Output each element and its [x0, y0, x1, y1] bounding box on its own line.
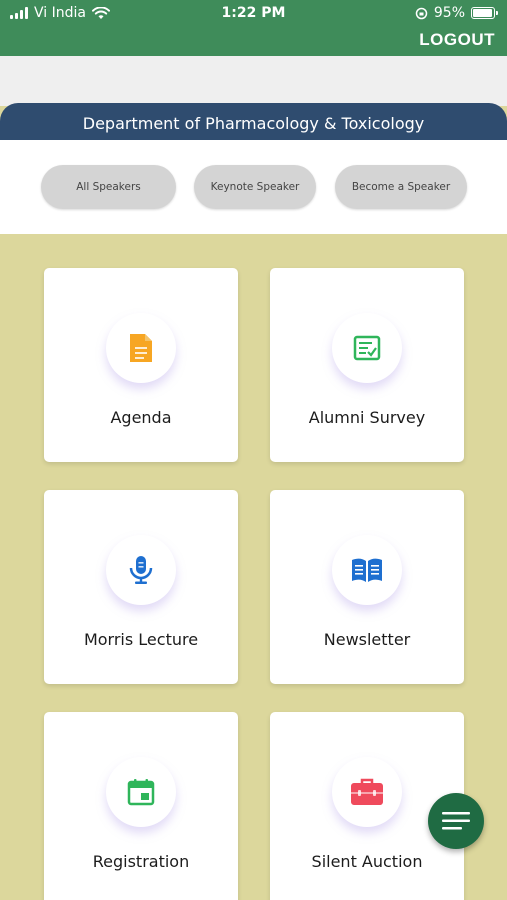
all-speakers-button[interactable]: All Speakers — [41, 165, 176, 209]
alumni-survey-icon-circle — [332, 313, 402, 383]
app-header: Vi India 1:22 PM 95% LOGOUT — [0, 0, 507, 56]
newsletter-icon-circle — [332, 535, 402, 605]
status-right: 95% — [415, 5, 498, 21]
silent-auction-icon-circle — [332, 757, 402, 827]
speaker-tabs: All Speakers Keynote Speaker Become a Sp… — [0, 140, 507, 234]
tile-label: Registration — [92, 852, 190, 871]
book-icon — [352, 558, 382, 582]
tile-alumni-survey[interactable]: Alumni Survey — [270, 268, 464, 462]
registration-icon-circle — [106, 757, 176, 827]
keynote-speaker-button[interactable]: Keynote Speaker — [194, 165, 316, 209]
morris-lecture-icon-circle — [106, 535, 176, 605]
tile-label: Agenda — [110, 408, 172, 427]
tile-label: Newsletter — [323, 630, 411, 649]
briefcase-icon — [351, 778, 383, 805]
menu-fab-button[interactable] — [428, 793, 484, 849]
header-spacer — [0, 56, 507, 106]
tile-agenda[interactable]: Agenda — [44, 268, 238, 462]
menu-icon — [442, 812, 470, 830]
become-a-speaker-button[interactable]: Become a Speaker — [335, 165, 467, 209]
battery-icon — [471, 7, 498, 19]
tile-registration[interactable]: Registration — [44, 712, 238, 900]
tile-morris-lecture[interactable]: Morris Lecture — [44, 490, 238, 684]
survey-icon — [353, 335, 381, 361]
department-title: Department of Pharmacology & Toxicology — [0, 103, 507, 143]
status-bar: Vi India 1:22 PM 95% — [0, 0, 507, 28]
battery-fill — [473, 9, 492, 17]
orientation-lock-icon — [415, 7, 428, 19]
logout-button[interactable]: LOGOUT — [419, 30, 495, 50]
tile-label: Silent Auction — [311, 852, 423, 871]
agenda-icon-circle — [106, 313, 176, 383]
tile-label: Morris Lecture — [83, 630, 199, 649]
tile-label: Alumni Survey — [308, 408, 426, 427]
battery-percent: 95% — [433, 5, 465, 21]
microphone-icon — [129, 556, 153, 584]
calendar-icon — [127, 779, 155, 806]
tile-newsletter[interactable]: Newsletter — [270, 490, 464, 684]
document-icon — [130, 334, 152, 362]
